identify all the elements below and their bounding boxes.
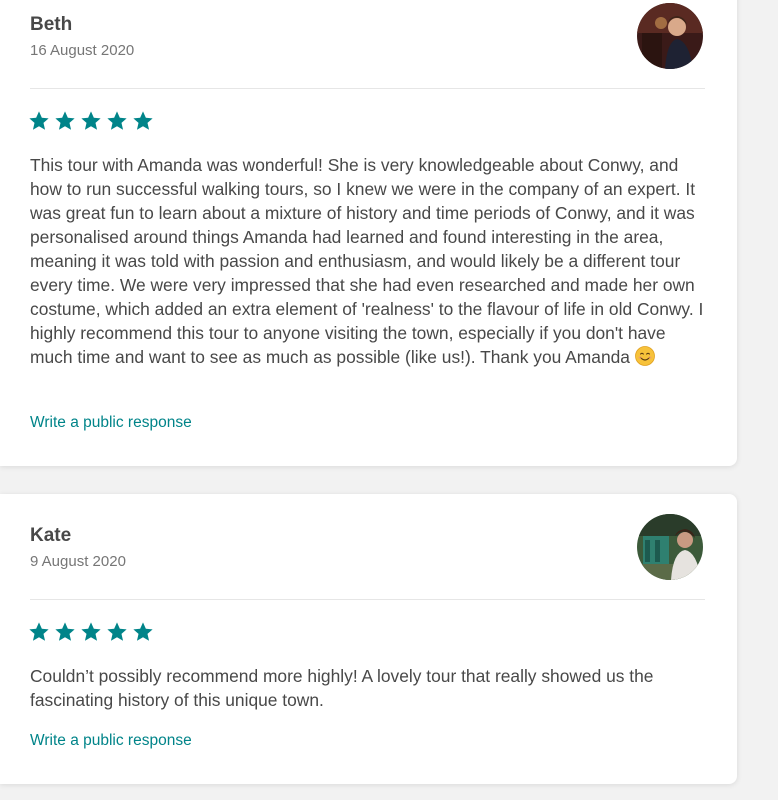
- star-icon: [29, 622, 49, 641]
- star-icon: [133, 622, 153, 641]
- divider: [30, 599, 705, 600]
- review-card: Kate 9 August 2020 Couldn’t possibly rec…: [0, 494, 737, 784]
- star-icon: [55, 622, 75, 641]
- review-body: This tour with Amanda was wonderful! She…: [30, 155, 704, 367]
- reviewer-name: Beth: [30, 14, 73, 35]
- review-card: Beth 16 August 2020 This tour with Amand…: [0, 0, 737, 466]
- star-icon: [133, 111, 153, 130]
- write-public-response-link[interactable]: Write a public response: [30, 732, 192, 750]
- star-icon: [29, 111, 49, 130]
- star-icon: [107, 111, 127, 130]
- star-icon: [81, 622, 101, 641]
- reviewer-name: Kate: [30, 525, 72, 546]
- write-public-response-link[interactable]: Write a public response: [30, 414, 192, 432]
- smiling-face-emoji: [634, 346, 655, 366]
- review-text: Couldn’t possibly recommend more highly!…: [30, 666, 654, 710]
- rating-stars: [28, 110, 154, 132]
- star-icon: [55, 111, 75, 130]
- divider: [30, 88, 705, 89]
- avatar[interactable]: [637, 514, 703, 580]
- review-text: This tour with Amanda was wonderful! She…: [30, 153, 710, 369]
- star-icon: [107, 622, 127, 641]
- rating-stars: [28, 621, 154, 643]
- review-date: 16 August 2020: [30, 42, 135, 59]
- star-icon: [81, 111, 101, 130]
- avatar[interactable]: [637, 3, 703, 69]
- review-date: 9 August 2020: [30, 553, 126, 570]
